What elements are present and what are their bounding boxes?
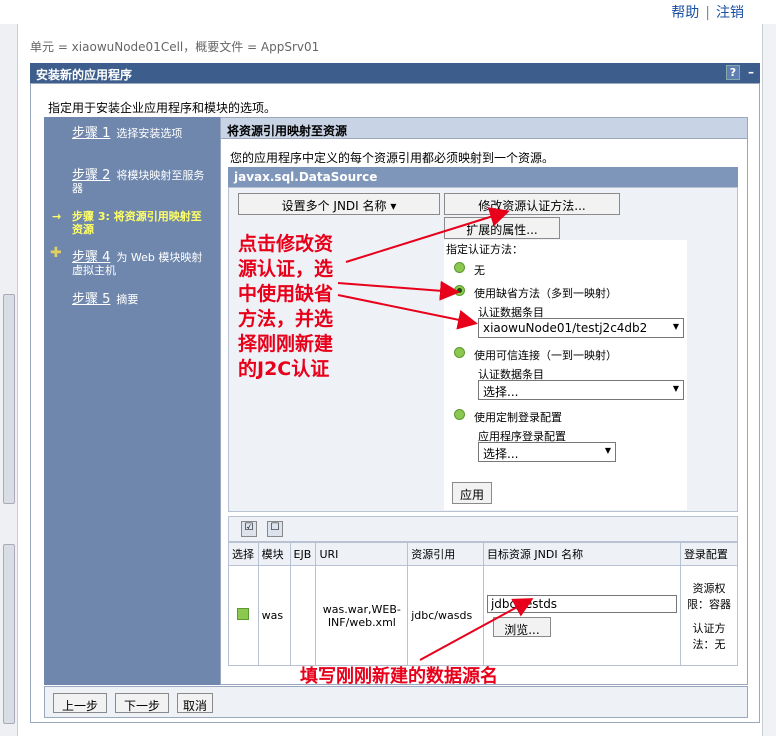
arrow-to-default: [337, 280, 460, 301]
arrow-to-modify: [345, 207, 510, 263]
annotation-arrows: [337, 207, 534, 661]
arrow-to-entry: [337, 294, 478, 330]
arrow-to-jndi: [419, 598, 534, 661]
